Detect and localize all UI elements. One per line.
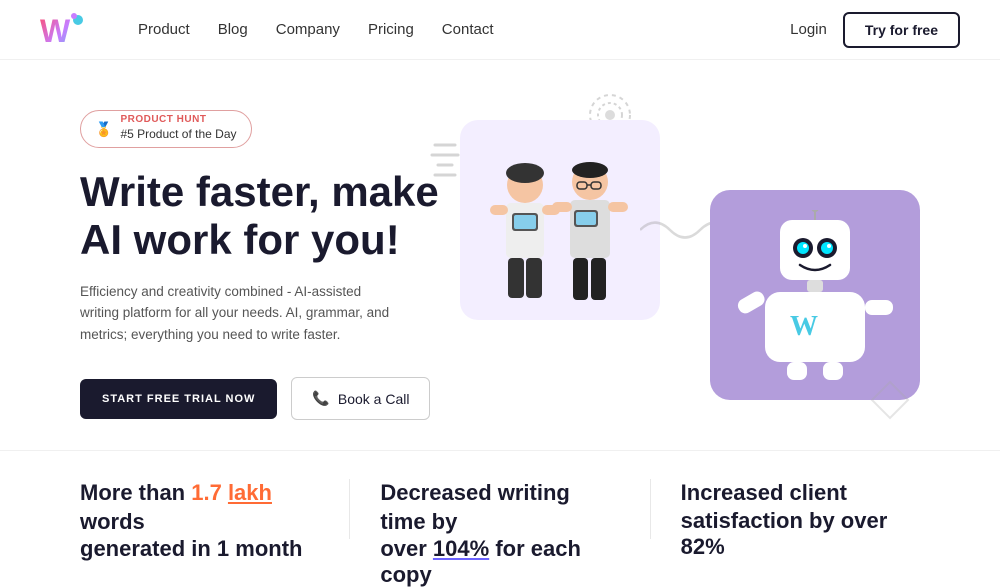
people-illustration [460,120,660,320]
nav-product[interactable]: Product [138,21,190,38]
navbar: W Product Blog Company Pricing Contact [0,0,1000,60]
stat-time-text: Decreased writing time by [380,479,619,536]
badge-label: PRODUCT HUNT [120,115,236,125]
stat-satisfaction-text: Increased client [681,479,920,508]
product-hunt-badge: 🏅 PRODUCT HUNT #5 Product of the Day [80,110,252,148]
badge-text: #5 Product of the Day [120,127,236,141]
hero-section: 🏅 PRODUCT HUNT #5 Product of the Day Wri… [0,60,1000,450]
hero-subtitle: Efficiency and creativity combined - AI-… [80,281,400,346]
stat-divider-2 [650,479,651,539]
phone-icon: 📞 [312,390,329,407]
stat-satisfaction-sub: satisfaction by over 82% [681,508,920,560]
stat-words-sub: generated in 1 month [80,536,319,562]
deco-lines-left [430,140,460,220]
logo[interactable]: W [40,12,86,48]
stat-satisfaction: Increased client satisfaction by over 82… [681,479,920,560]
hero-illustration: W [440,90,920,430]
nav-company[interactable]: Company [276,21,340,38]
people-svg [470,140,650,320]
badge-icon: 🏅 [95,121,112,138]
stat-highlight-lakh: 1.7 lakh [191,480,272,505]
stat-divider-1 [349,479,350,539]
stat-highlight-82: 82% [681,534,725,559]
book-call-button[interactable]: 📞 Book a Call [291,377,430,420]
deco-diamond [870,380,910,420]
start-trial-button[interactable]: START FREE TRIAL NOW [80,379,277,419]
book-call-label: Book a Call [338,391,410,407]
nav-contact[interactable]: Contact [442,21,494,38]
hero-buttons: START FREE TRIAL NOW 📞 Book a Call [80,377,440,420]
nav-links: Product Blog Company Pricing Contact [138,21,494,38]
nav-blog[interactable]: Blog [218,21,248,38]
stat-time-sub: over 104% for each copy [380,536,619,588]
stats-section: More than 1.7 lakh words generated in 1 … [0,450,1000,588]
stat-time: Decreased writing time by over 104% for … [380,479,619,588]
nav-pricing[interactable]: Pricing [368,21,414,38]
robot-illustration: W [710,190,920,400]
svg-text:W: W [790,311,818,342]
nav-left: W Product Blog Company Pricing Contact [40,12,494,48]
hero-title: Write faster, make AI work for you! [80,168,440,265]
try-free-button[interactable]: Try for free [843,12,960,48]
stat-highlight-104: 104% [433,536,489,561]
nav-right: Login Try for free [790,12,960,48]
stat-words-text: More than 1.7 lakh words [80,479,319,536]
robot-svg: W [735,210,895,380]
login-button[interactable]: Login [790,21,827,38]
svg-text:W: W [40,13,71,48]
hero-content: 🏅 PRODUCT HUNT #5 Product of the Day Wri… [80,100,440,420]
stat-words: More than 1.7 lakh words generated in 1 … [80,479,319,562]
